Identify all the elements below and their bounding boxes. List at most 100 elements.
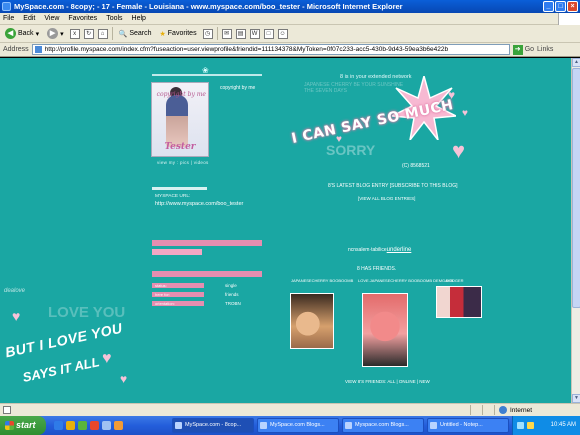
menu-view[interactable]: View xyxy=(44,15,59,22)
view-all-friends-link[interactable]: VIEW 8'S FRIENDS: ALL | ONLINE | NEW xyxy=(345,379,430,384)
go-label: Go xyxy=(524,46,535,53)
background-graffiti: dealove LOVE YOU ♥ ♥ ♥ BUT I LOVE YOU SA… xyxy=(2,280,147,398)
window-title-bar[interactable]: MySpace.com - 8copy; - 17 - Female - Lou… xyxy=(0,0,580,13)
friend-name[interactable]: BOOGER xyxy=(446,278,464,283)
graffiti-top-text: dealove xyxy=(4,288,26,294)
back-button[interactable]: ◀ Back ▾ xyxy=(3,27,41,41)
myspace-url-label: MYSPACE URL: xyxy=(155,194,191,199)
task-label: Myspace.com Blogs... xyxy=(355,422,409,428)
app-quicklaunch-icon[interactable] xyxy=(114,421,123,430)
taskbar-task[interactable]: Untitled - Notep... xyxy=(427,418,509,433)
windows-flag-icon xyxy=(558,13,580,25)
messenger-icon[interactable]: ☺ xyxy=(277,28,288,39)
detail-value: TROBN xyxy=(225,301,241,306)
heart-icon: ♥ xyxy=(452,138,466,163)
search-icon: 🔍 xyxy=(118,30,128,38)
toolbar: ◀ Back ▾ ▶ ▾ x ↻ ⌂ 🔍 Search ★ Favorites … xyxy=(0,25,580,43)
friend-photo[interactable] xyxy=(436,286,482,318)
taskbar-task[interactable]: MySpace.com Blogs... xyxy=(257,418,339,433)
start-label: start xyxy=(16,420,36,430)
folder-quicklaunch-icon[interactable] xyxy=(66,421,75,430)
graffiti-background-text: LOVE YOU xyxy=(48,304,126,321)
page-content[interactable]: ❀ copyright by me Tester copyright by me… xyxy=(0,58,571,403)
latest-blog-entry[interactable]: 8'S LATEST BLOG ENTRY [SUBSCRIBE TO THIS… xyxy=(328,183,458,189)
section-header-bar xyxy=(152,249,202,255)
profile-banner: 8 is in your extended network JAPANESE C… xyxy=(284,72,492,180)
refresh-icon[interactable]: ↻ xyxy=(83,28,94,39)
menu-favorites[interactable]: Favorites xyxy=(68,15,97,22)
maximize-button[interactable]: □ xyxy=(555,1,566,12)
view-all-blog-link[interactable]: [VIEW ALL BLOG ENTRIES] xyxy=(358,196,415,201)
profile-photo[interactable]: copyright by me Tester xyxy=(151,82,209,157)
heart-icon: ♥ xyxy=(462,108,468,119)
taskbar-task[interactable]: MySpace.com - 8cop... xyxy=(172,418,254,433)
zone-label: Internet xyxy=(510,406,533,414)
ie-quicklaunch-icon[interactable] xyxy=(54,421,63,430)
go-arrow-icon: ➜ xyxy=(512,44,523,55)
scroll-up-icon[interactable]: ▲ xyxy=(572,58,580,67)
stop-icon[interactable]: x xyxy=(69,28,80,39)
menu-edit[interactable]: Edit xyxy=(23,15,35,22)
home-icon[interactable]: ⌂ xyxy=(97,28,108,39)
print-icon[interactable]: ▤ xyxy=(235,28,246,39)
view-pics-links[interactable]: view my : pics | videos xyxy=(157,160,209,165)
back-label: Back xyxy=(18,30,34,37)
windows-flag-icon xyxy=(5,421,14,430)
system-tray: 10:45 AM xyxy=(512,416,580,435)
friend-photo[interactable] xyxy=(290,293,334,349)
friend-name[interactable]: JAPANESECHERRY BOOBOOMB xyxy=(291,278,353,283)
heart-icon: ♥ xyxy=(120,372,128,386)
menu-tools[interactable]: Tools xyxy=(106,15,122,22)
status-underlined: underline xyxy=(386,247,412,253)
back-arrow-icon: ◀ xyxy=(5,28,16,39)
start-button[interactable]: start xyxy=(0,416,46,435)
minimize-button[interactable]: _ xyxy=(543,1,554,12)
scroll-thumb[interactable] xyxy=(572,68,580,308)
friend-photo[interactable] xyxy=(362,293,408,367)
forward-button[interactable]: ▶ ▾ xyxy=(45,27,66,41)
links-label[interactable]: Links xyxy=(537,46,553,53)
status-left xyxy=(3,406,11,414)
discuss-icon[interactable]: □ xyxy=(263,28,274,39)
media-quicklaunch-icon[interactable] xyxy=(90,421,99,430)
toolbar-separator xyxy=(216,27,218,40)
menu-file[interactable]: File xyxy=(3,15,14,22)
friend-name[interactable]: LOVE.JAPANESECHERRY BOOBOOMB DEMGAHB xyxy=(358,278,453,283)
window-title: MySpace.com - 8copy; - 17 - Female - Lou… xyxy=(14,2,403,11)
detail-value: friends xyxy=(225,292,239,297)
heart-icon: ♥ xyxy=(12,308,21,324)
vertical-scrollbar[interactable]: ▲ ▼ xyxy=(571,58,580,403)
task-label: Untitled - Notep... xyxy=(440,422,483,428)
ie-icon xyxy=(345,422,352,429)
edit-icon[interactable]: W xyxy=(249,28,260,39)
task-label: MySpace.com Blogs... xyxy=(270,422,325,428)
go-button[interactable]: ➜ Go xyxy=(512,44,535,55)
network-icon[interactable] xyxy=(517,422,524,429)
section-header-bar xyxy=(152,271,262,277)
banner-sorry-text: SORRY xyxy=(326,142,376,158)
search-label: Search xyxy=(129,30,152,37)
detail-key: orientation: xyxy=(155,301,175,306)
taskbar-task[interactable]: Myspace.com Blogs... xyxy=(342,418,424,433)
status-bar: Internet xyxy=(0,403,580,416)
forward-arrow-icon: ▶ xyxy=(47,28,59,39)
close-button[interactable]: × xyxy=(567,1,578,12)
clock[interactable]: 10:45 AM xyxy=(551,422,576,428)
scroll-down-icon[interactable]: ▼ xyxy=(572,394,580,403)
photo-caption: Tester xyxy=(164,142,196,152)
volume-icon[interactable] xyxy=(527,422,534,429)
photo-script-text: copyright by me xyxy=(156,91,206,98)
graffiti-sub-text: SAYS IT ALL xyxy=(21,354,101,385)
mail-icon[interactable]: ✉ xyxy=(221,28,232,39)
address-input[interactable]: http://profile.myspace.com/index.cfm?fus… xyxy=(31,44,510,55)
detail-key: here for: xyxy=(155,292,170,297)
taskbar: start MySpace.com - 8cop... MySpace.com … xyxy=(0,416,580,435)
search-button[interactable]: 🔍 Search xyxy=(117,27,154,41)
status-prefix: ncnsalem·tabilice xyxy=(348,247,387,253)
menu-help[interactable]: Help xyxy=(132,15,146,22)
messenger-quicklaunch-icon[interactable] xyxy=(78,421,87,430)
history-icon[interactable]: ◷ xyxy=(202,28,213,39)
desktop-quicklaunch-icon[interactable] xyxy=(102,421,111,430)
favorites-button[interactable]: ★ Favorites xyxy=(158,27,199,41)
divider xyxy=(152,187,207,190)
